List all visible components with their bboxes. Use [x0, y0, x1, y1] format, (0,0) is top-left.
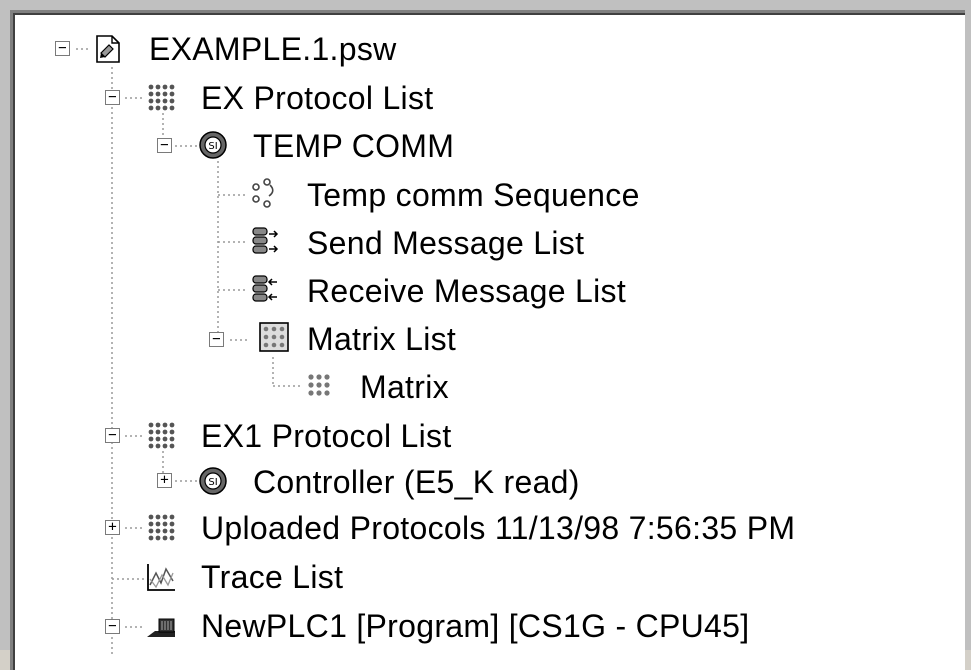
plc-icon — [147, 618, 175, 637]
collapse-toggle-newplc1[interactable]: − — [105, 619, 120, 634]
tree-item-ex-protocol-list[interactable]: EX Protocol List — [201, 76, 433, 120]
collapse-toggle-temp-comm[interactable]: − — [157, 138, 172, 153]
collapse-toggle-ex1-protocol-list[interactable]: − — [105, 428, 120, 443]
expand-toggle-uploaded-protocols[interactable]: + — [105, 520, 120, 535]
tree-item-uploaded-protocols[interactable]: Uploaded Protocols 11/13/98 7:56:35 PM — [201, 506, 795, 550]
send-message-icon — [252, 227, 279, 254]
svg-text:SI: SI — [208, 477, 217, 488]
protocol-list-icon — [148, 514, 175, 541]
project-tree-panel: − EXAMPLE.1.psw − EX Protocol List − SI … — [10, 10, 965, 670]
matrix-icon — [308, 374, 330, 396]
tree-item-receive-message-list[interactable]: Receive Message List — [307, 269, 626, 313]
tree-item-temp-comm-sequence[interactable]: Temp comm Sequence — [307, 173, 640, 217]
protocol-icon: SI — [199, 467, 227, 495]
svg-text:SI: SI — [208, 141, 217, 152]
tree-item-ex1-protocol-list[interactable]: EX1 Protocol List — [201, 414, 452, 458]
tree-item-controller[interactable]: Controller (E5_K read) — [253, 460, 580, 504]
project-file-icon — [96, 35, 120, 63]
receive-message-icon — [252, 275, 277, 302]
tree-item-example-psw[interactable]: EXAMPLE.1.psw — [149, 27, 397, 71]
tree-view: − EXAMPLE.1.psw − EX Protocol List − SI … — [13, 13, 965, 670]
tree-item-send-message-list[interactable]: Send Message List — [307, 221, 584, 265]
tree-item-matrix-list[interactable]: Matrix List — [307, 317, 456, 361]
matrix-list-icon — [259, 322, 289, 352]
expand-toggle-controller[interactable]: + — [157, 473, 172, 488]
collapse-toggle-ex-protocol-list[interactable]: − — [105, 90, 120, 105]
tree-item-temp-comm[interactable]: TEMP COMM — [253, 124, 454, 168]
sequence-icon — [252, 178, 274, 208]
collapse-toggle-matrix-list[interactable]: − — [209, 332, 224, 347]
window-frame: − EXAMPLE.1.psw − EX Protocol List − SI … — [0, 0, 971, 670]
protocol-list-icon — [148, 422, 175, 449]
tree-item-matrix[interactable]: Matrix — [360, 365, 449, 409]
protocol-icon: SI — [199, 131, 227, 159]
trace-list-icon — [147, 564, 175, 591]
collapse-toggle-root[interactable]: − — [55, 41, 70, 56]
protocol-list-icon — [148, 84, 175, 111]
tree-item-trace-list[interactable]: Trace List — [201, 555, 343, 599]
tree-item-newplc1[interactable]: NewPLC1 [Program] [CS1G - CPU45] — [201, 604, 749, 648]
